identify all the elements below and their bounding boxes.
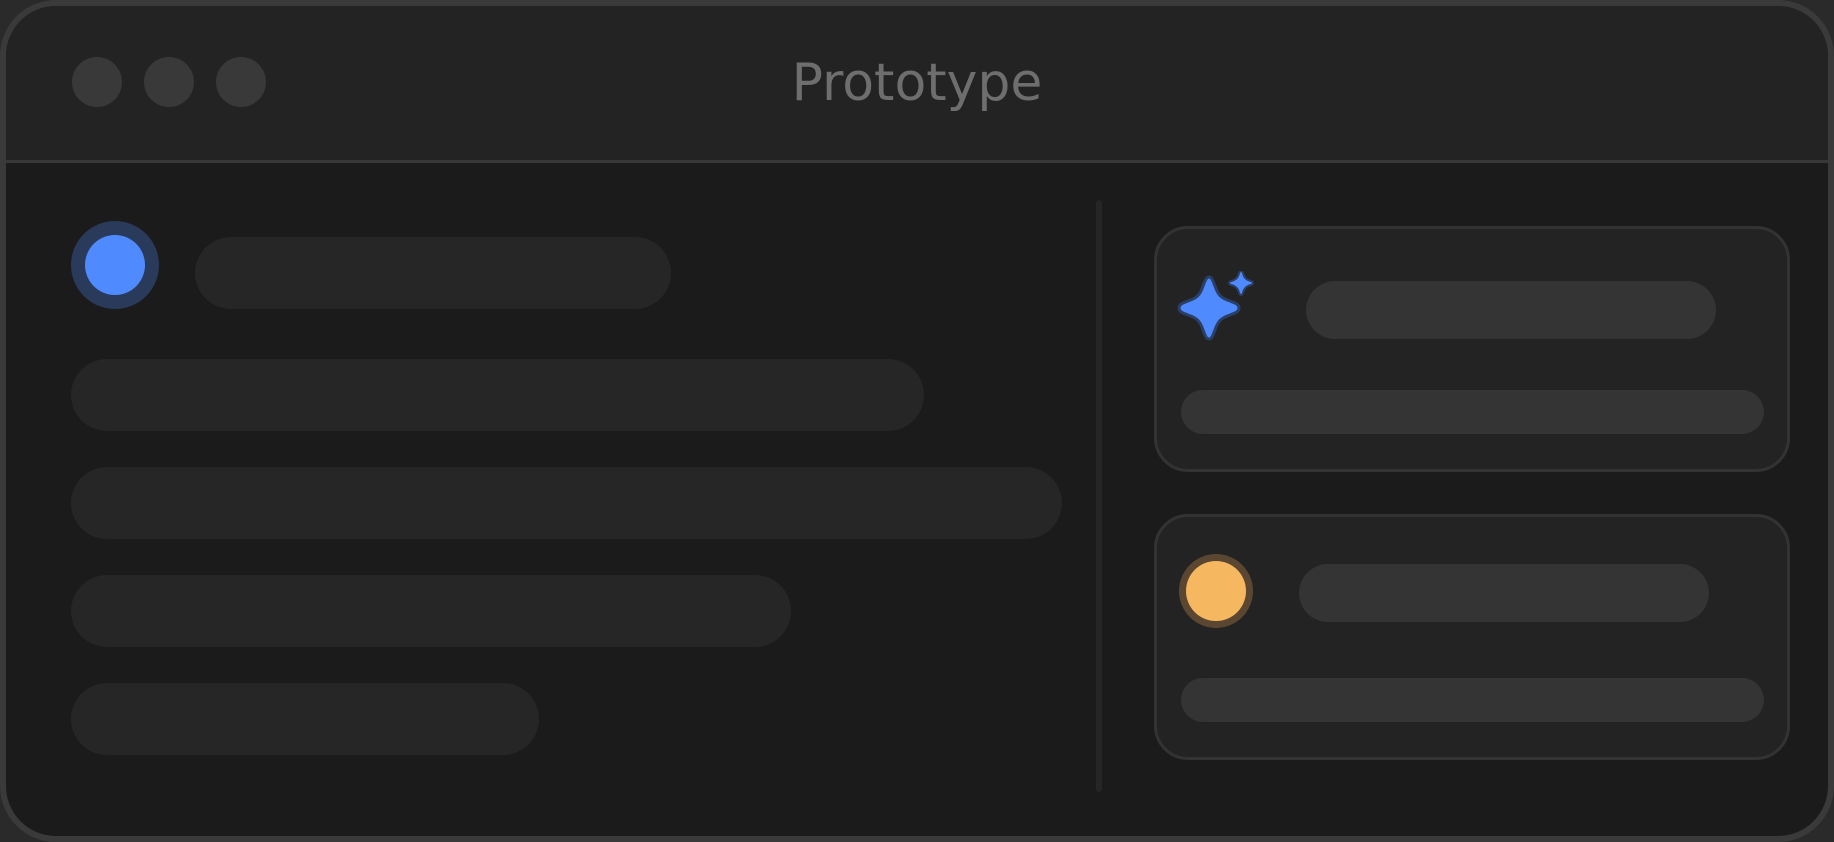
content-placeholder-line-4 [71, 683, 539, 755]
card-title-placeholder [1299, 564, 1709, 622]
content-placeholder-line-2 [71, 467, 1062, 539]
header-placeholder-line [195, 237, 671, 309]
content-placeholder-line-3 [71, 575, 791, 647]
app-window: Prototype [0, 0, 1834, 842]
vertical-divider [1096, 200, 1102, 792]
avatar[interactable] [71, 221, 159, 309]
card-body-placeholder [1181, 678, 1764, 722]
card-body-placeholder [1181, 390, 1764, 434]
window-title: Prototype [791, 53, 1043, 113]
status-dot-icon [1179, 554, 1253, 628]
ai-suggestion-card[interactable] [1154, 226, 1790, 472]
content-placeholder-line-1 [71, 359, 924, 431]
avatar-dot-icon [85, 235, 145, 295]
title-bar: Prototype [6, 6, 1828, 163]
card-title-placeholder [1306, 281, 1716, 339]
sparkle-icon [1177, 271, 1255, 341]
status-card[interactable] [1154, 514, 1790, 760]
